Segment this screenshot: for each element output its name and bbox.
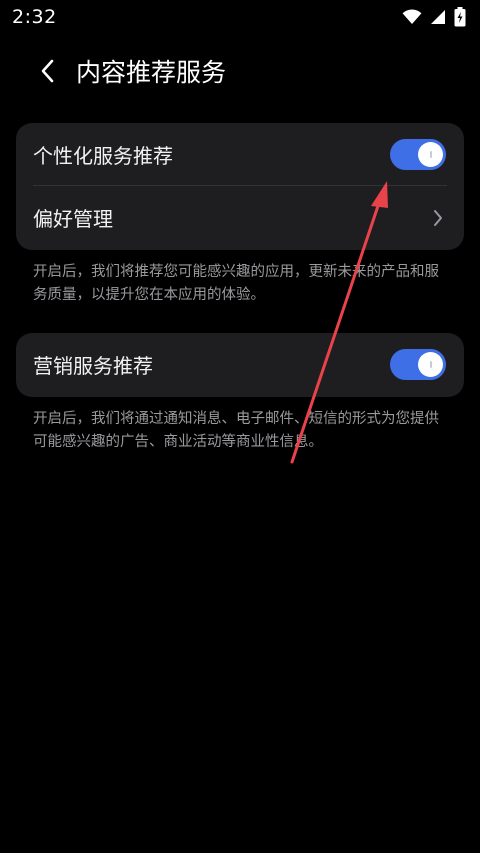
personalized-recommendation-row[interactable]: 个性化服务推荐: [16, 123, 464, 186]
status-time: 2:32: [12, 6, 57, 28]
personalized-recommendation-label: 个性化服务推荐: [33, 144, 173, 168]
preference-management-label: 偏好管理: [33, 207, 113, 231]
marketing-recommendation-label: 营销服务推荐: [33, 354, 153, 378]
marketing-recommendation-toggle[interactable]: [390, 349, 446, 380]
toggle-knob: [418, 352, 443, 377]
page-title: 内容推荐服务: [76, 58, 227, 87]
toggle-knob: [418, 142, 443, 167]
marketing-recommendation-row[interactable]: 营销服务推荐: [16, 333, 464, 396]
personalization-description: 开启后，我们将推荐您可能感兴趣的应用，更新未来的产品和服务质量，以提升您在本应用…: [33, 264, 439, 303]
cellular-signal-icon: [430, 9, 446, 25]
marketing-card: 营销服务推荐: [16, 333, 464, 397]
status-bar: 2:32: [0, 0, 480, 34]
personalization-card: 个性化服务推荐 偏好管理: [16, 123, 464, 250]
preference-management-row[interactable]: 偏好管理: [16, 186, 464, 249]
status-icons: [402, 7, 466, 27]
marketing-description: 开启后，我们将通过通知消息、电子邮件、短信的形式为您提供可能感兴趣的广告、商业活…: [33, 411, 439, 450]
content-recommendation-screen: 2:32 内容推荐服务 个性化服务推荐 偏好管理 开启后，我们将推荐您可能感兴趣…: [0, 0, 480, 853]
wifi-icon: [402, 9, 422, 25]
chevron-left-icon: [41, 59, 54, 83]
header: 内容推荐服务: [0, 44, 480, 98]
battery-charging-icon: [454, 7, 466, 27]
back-button[interactable]: [26, 49, 70, 93]
personalized-recommendation-toggle[interactable]: [390, 139, 446, 170]
chevron-right-icon: [430, 206, 446, 230]
